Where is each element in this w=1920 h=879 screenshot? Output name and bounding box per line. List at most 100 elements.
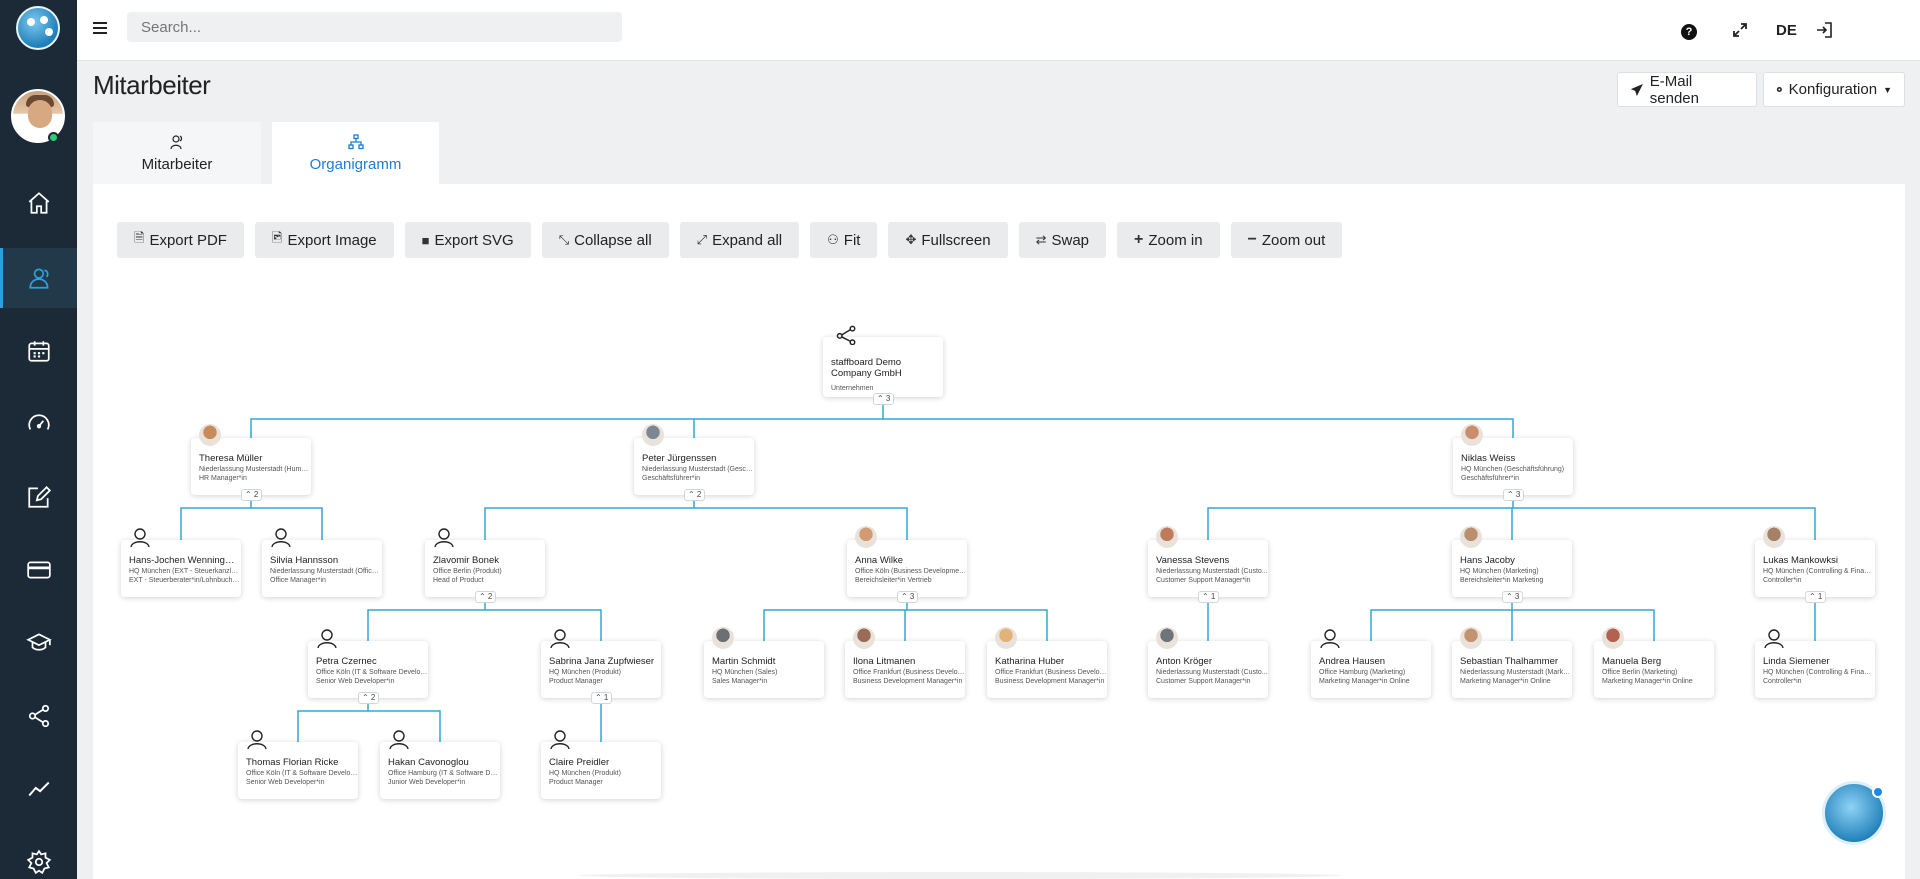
org-node-zlavomir[interactable]: Zlavomir Bonek Office Berlin (Produkt) Hea… xyxy=(425,540,545,597)
org-node-department: Niederlassung Musterstadt (Human... xyxy=(199,466,311,473)
org-node-name: Katharina Huber xyxy=(995,656,1065,667)
org-node-andrea[interactable]: Andrea Hausen Office Hamburg (Marketing) M… xyxy=(1311,641,1431,698)
org-node-theresa[interactable]: Theresa Müller Niederlassung Musterstadt … xyxy=(191,438,311,495)
org-node-hansjacoby[interactable]: Hans Jacoby HQ München (Marketing) Bereich… xyxy=(1452,540,1572,597)
org-node-toggle[interactable]: ⌃ 2 xyxy=(684,489,706,501)
org-node-name: Niklas Weiss xyxy=(1461,453,1516,464)
org-node-toggle[interactable]: ⌃ 1 xyxy=(1805,591,1827,603)
sidebar-item-payments[interactable] xyxy=(0,540,77,600)
tab-employees[interactable]: Mitarbeiter xyxy=(93,122,261,184)
org-node-toggle[interactable]: ⌃ 2 xyxy=(475,591,497,603)
org-node-vanessa[interactable]: Vanessa Stevens Niederlassung Musterstadt… xyxy=(1148,540,1268,597)
org-node-role: Junior Web Developer*in xyxy=(388,779,466,786)
org-node-silvia[interactable]: Silvia Hannsson Niederlassung Musterstadt… xyxy=(262,540,382,597)
sidebar-item-calendar[interactable] xyxy=(0,321,77,381)
org-node-department: HQ München (Sales) xyxy=(712,669,778,676)
org-node-martin[interactable]: Martin Schmidt HQ München (Sales) Sales Ma… xyxy=(704,641,824,698)
file-pdf-icon: 🗎 xyxy=(134,230,145,245)
sidebar-item-employees[interactable] xyxy=(0,248,77,308)
org-node-hansjochen[interactable]: Hans-Jochen Wenningmeier HQ München (EXT … xyxy=(121,540,241,597)
org-node-linda[interactable]: Linda Siemener HQ München (Controlling & … xyxy=(1755,641,1875,698)
tab-orgchart[interactable]: Organigramm xyxy=(272,122,439,184)
configuration-button[interactable]: Konfiguration ▼ xyxy=(1763,72,1905,107)
org-node-anton[interactable]: Anton Kröger Niederlassung Musterstadt (C… xyxy=(1148,641,1268,698)
org-node-hakan[interactable]: Hakan Cavonoglou Office Hamburg (IT & Sof… xyxy=(380,742,500,799)
file-image-icon: 🖻 xyxy=(271,230,283,245)
sidebar-item-dashboard[interactable] xyxy=(0,394,77,454)
org-node-toggle[interactable]: ⌃ 3 xyxy=(1503,489,1525,501)
org-node-lukas[interactable]: Lukas Mankowksi HQ München (Controlling &… xyxy=(1755,540,1875,597)
org-node-role: Marketing Manager*in Online xyxy=(1460,678,1551,685)
collapse-all-label: Collapse all xyxy=(574,231,652,249)
org-node-katharina[interactable]: Katharina Huber Office Frankfurt (Busines… xyxy=(987,641,1107,698)
expand-icon: ⤢ xyxy=(696,232,708,247)
swap-button[interactable]: ⇄ Swap xyxy=(1018,222,1107,258)
org-node-department: Niederlassung Musterstadt (Market... xyxy=(1460,669,1572,676)
org-node-manuela[interactable]: Manuela Berg Office Berlin (Marketing) Mar… xyxy=(1594,641,1714,698)
minus-icon: − xyxy=(1247,231,1257,248)
sidebar-item-training[interactable] xyxy=(0,613,77,673)
org-node-claire[interactable]: Claire Preidler HQ München (Produkt) Produ… xyxy=(541,742,661,799)
org-node-toggle[interactable]: ⌃ 1 xyxy=(591,692,613,704)
help-icon[interactable]: ? xyxy=(1681,24,1697,40)
org-node-name: Ilona Litmanen xyxy=(853,656,916,667)
search-input[interactable] xyxy=(127,12,622,42)
sidebar-item-settings[interactable] xyxy=(0,832,77,879)
org-node-department: Office Frankfurt (Business Develop... xyxy=(995,669,1107,676)
org-node-name: Sabrina Jana Zupfwieser xyxy=(549,656,655,667)
fullscreen-icon[interactable] xyxy=(1732,18,1748,42)
org-node-thomas[interactable]: Thomas Florian Ricke Office Köln (IT & So… xyxy=(238,742,358,799)
org-node-sabrina[interactable]: Sabrina Jana Zupfwieser HQ München (Produ… xyxy=(541,641,661,698)
org-node-name: Sebastian Thalhammer xyxy=(1460,656,1559,667)
zoom-in-button[interactable]: + Zoom in xyxy=(1117,222,1220,258)
org-node-name: Peter Jürgenssen xyxy=(642,453,717,464)
sidebar-item-home[interactable] xyxy=(0,173,77,233)
org-node-role: Product Manager xyxy=(549,779,603,786)
staffboard-logo[interactable] xyxy=(16,6,60,50)
org-node-toggle[interactable]: ⌃ 3 xyxy=(873,393,895,405)
org-node-ilona[interactable]: Ilona Litmanen Office Frankfurt (Business… xyxy=(845,641,965,698)
org-node-department: Niederlassung Musterstadt (Custo... xyxy=(1156,568,1268,575)
org-node-department: HQ München (Controlling & Finance) xyxy=(1763,568,1875,575)
orgchart-panel xyxy=(93,184,1905,879)
sitemap-icon xyxy=(347,133,364,149)
org-node-department: Office Köln (IT & Software Develop... xyxy=(316,669,428,676)
org-node-role: Bereichsleiter*in Marketing xyxy=(1460,577,1544,584)
org-node-root[interactable]: staffboard Demo Company GmbH Unternehmen xyxy=(823,337,943,397)
org-node-role: Senior Web Developer*in xyxy=(246,779,325,786)
sidebar-item-share[interactable] xyxy=(0,686,77,746)
org-node-niklas[interactable]: Niklas Weiss HQ München (Geschäftsführung… xyxy=(1453,438,1573,495)
collapse-all-button[interactable]: ⤡ Collapse all xyxy=(541,222,669,258)
org-node-toggle[interactable]: ⌃ 2 xyxy=(241,489,263,501)
fit-button[interactable]: ⚇ Fit xyxy=(810,222,878,258)
logout-icon[interactable] xyxy=(1815,18,1833,42)
calendar-icon xyxy=(27,341,50,362)
export-pdf-button[interactable]: 🗎 Export PDF xyxy=(117,222,244,258)
org-node-role: Business Development Manager*in xyxy=(853,678,963,685)
menu-toggle-icon[interactable] xyxy=(93,22,107,36)
export-image-button[interactable]: 🖻 Export Image xyxy=(254,222,394,258)
graduation-cap-icon xyxy=(25,633,52,651)
fullscreen-button[interactable]: ✥ Fullscreen xyxy=(888,222,1008,258)
org-node-sebastian[interactable]: Sebastian Thalhammer Niederlassung Muster… xyxy=(1452,641,1572,698)
help-assistant-button[interactable] xyxy=(1822,781,1886,845)
org-node-role: Product Manager xyxy=(549,678,603,685)
send-email-button[interactable]: E-Mail senden xyxy=(1617,72,1757,107)
language-switch[interactable]: DE xyxy=(1776,18,1797,42)
export-svg-button[interactable]: ■ Export SVG xyxy=(404,222,531,258)
expand-all-button[interactable]: ⤢ Expand all xyxy=(679,222,800,258)
zoom-out-button[interactable]: − Zoom out xyxy=(1230,222,1343,258)
arrows-icon: ✥ xyxy=(905,232,917,247)
org-node-toggle[interactable]: ⌃ 3 xyxy=(897,591,919,603)
org-node-peter[interactable]: Peter Jürgenssen Niederlassung Musterstad… xyxy=(634,438,754,495)
org-node-toggle[interactable]: ⌃ 3 xyxy=(1502,591,1524,603)
org-node-anna[interactable]: Anna Wilke Office Köln (Business Developm… xyxy=(847,540,967,597)
caret-down-icon: ▼ xyxy=(1883,84,1892,95)
org-node-role: Head of Product xyxy=(433,577,484,584)
gauge-icon xyxy=(27,414,50,430)
org-node-petra[interactable]: Petra Czernec Office Köln (IT & Software … xyxy=(308,641,428,698)
org-node-toggle[interactable]: ⌃ 1 xyxy=(1198,591,1220,603)
sidebar-item-edit[interactable] xyxy=(0,467,77,527)
sidebar-item-reports[interactable] xyxy=(0,759,77,819)
org-node-toggle[interactable]: ⌃ 2 xyxy=(358,692,380,704)
